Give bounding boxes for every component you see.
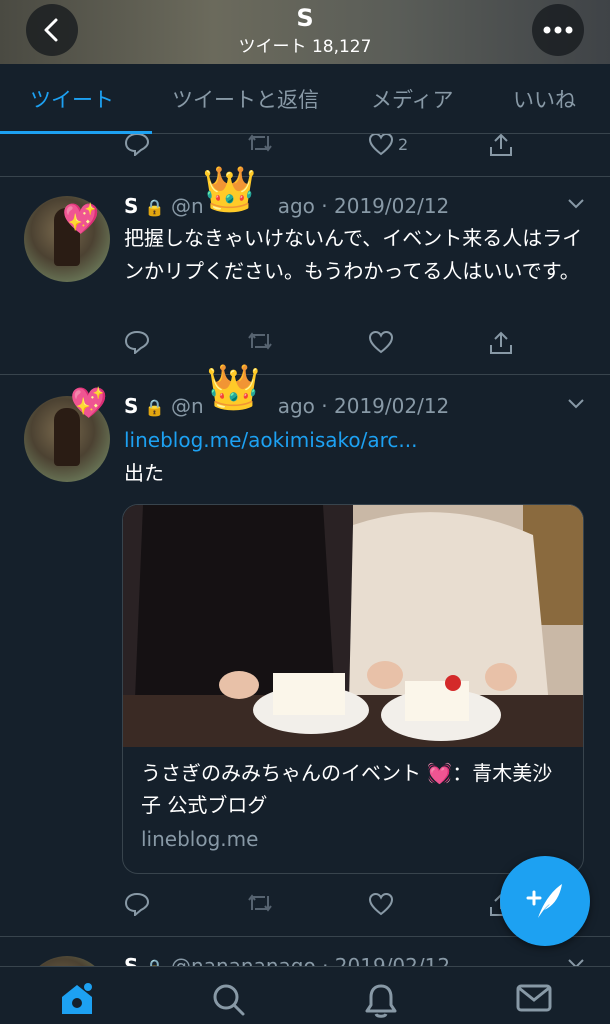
compose-icon xyxy=(526,884,562,918)
card-title: うさぎのみみちゃんのイベント 💓：青木美沙子 公式ブログ xyxy=(141,761,553,817)
nav-messages[interactable] xyxy=(516,983,552,1017)
heart-sticker: 💖 xyxy=(62,202,100,237)
tweet-body: lineblog.me/aokimisako/arc... 出た xyxy=(124,424,594,490)
divider xyxy=(0,374,610,375)
tweet-text: 把握しなきゃいけないんで、イベント来る人はラインかリプください。もうわかってる人… xyxy=(124,226,583,283)
tweet-count: ツイート 18,127 xyxy=(238,37,372,57)
tweet-menu-button[interactable] xyxy=(566,396,586,415)
more-icon xyxy=(543,26,573,34)
handle-prefix: @n xyxy=(171,394,204,418)
card-image xyxy=(123,505,583,747)
reply-button[interactable] xyxy=(124,330,150,354)
tab-tweets[interactable]: ツイート xyxy=(30,84,114,114)
avatar[interactable] xyxy=(24,956,110,966)
heart-icon xyxy=(368,134,394,156)
more-button[interactable] xyxy=(532,4,584,56)
reply-icon xyxy=(124,330,150,354)
lock-icon: 🔒 xyxy=(144,398,165,417)
home-icon xyxy=(62,983,92,1014)
tweet-text: 出た xyxy=(124,461,164,485)
chevron-down-icon xyxy=(568,959,584,966)
profile-tabs: ツイート ツイートと返信 メディア いいね xyxy=(0,64,610,134)
nav-home[interactable] xyxy=(58,981,96,1021)
display-name: S xyxy=(124,194,139,218)
handle-suffix: ago xyxy=(277,394,315,418)
profile-header: S ツイート 18,127 xyxy=(0,0,610,64)
lock-icon: 🔒 xyxy=(144,198,165,217)
like-button[interactable] xyxy=(368,330,394,354)
tweet-menu-button[interactable] xyxy=(566,196,586,215)
handle-suffix: ago xyxy=(277,194,315,218)
share-icon xyxy=(490,134,512,156)
tab-tweets-and-replies[interactable]: ツイートと返信 xyxy=(172,84,319,114)
tweet-date: 2019/02/12 xyxy=(334,954,451,966)
tweet-feed[interactable]: 2 💖 S 🔒 @n ago · 2019/02/12 👑 把握しなきゃいけないん… xyxy=(0,134,610,966)
reply-button[interactable] xyxy=(124,134,150,156)
share-icon xyxy=(490,331,512,354)
lock-icon: 🔒 xyxy=(145,958,165,966)
chevron-down-icon xyxy=(568,199,584,209)
share-button[interactable] xyxy=(488,330,514,356)
like-count: 2 xyxy=(398,134,409,154)
handle: @nanananago xyxy=(171,954,316,966)
chevron-down-icon xyxy=(568,399,584,409)
search-icon xyxy=(213,984,245,1016)
reply-icon xyxy=(124,134,150,156)
heart-sticker: 💖 xyxy=(70,386,108,421)
tweet-date: 2019/02/12 xyxy=(334,194,450,218)
profile-name: S xyxy=(296,4,314,32)
crown-sticker: 👑 xyxy=(206,362,261,413)
heart-icon xyxy=(368,892,394,916)
display-name: S xyxy=(124,394,139,418)
share-button[interactable] xyxy=(488,134,514,158)
like-button[interactable]: 2 xyxy=(368,134,408,156)
like-button[interactable] xyxy=(368,892,394,916)
retweet-button[interactable] xyxy=(246,892,274,914)
tweet-header: S 🔒 @n ago · 2019/02/12 xyxy=(124,394,450,418)
tweet-header: S 🔒 @nanananago · 2019/02/12 xyxy=(124,954,450,966)
tweet-actions xyxy=(124,330,524,362)
tweet-menu-button[interactable] xyxy=(566,956,586,966)
retweet-icon xyxy=(248,134,272,152)
tweet-date: 2019/02/12 xyxy=(334,394,450,418)
heart-icon xyxy=(368,330,394,354)
nav-notifications[interactable] xyxy=(364,983,398,1023)
retweet-icon xyxy=(248,332,272,350)
divider xyxy=(0,176,610,177)
tweet-header: S 🔒 @n ago · 2019/02/12 xyxy=(124,194,450,218)
card-domain: lineblog.me xyxy=(141,827,259,851)
bottom-navigation xyxy=(0,966,610,1024)
retweet-button[interactable] xyxy=(246,330,274,352)
tweet-actions: 2 xyxy=(124,134,524,164)
compose-tweet-button[interactable] xyxy=(500,856,590,946)
reply-icon xyxy=(124,892,150,916)
crown-sticker: 👑 xyxy=(202,164,257,215)
retweet-button[interactable] xyxy=(246,134,274,154)
tab-likes[interactable]: いいね xyxy=(513,84,576,114)
retweet-icon xyxy=(248,894,272,912)
mail-icon xyxy=(516,984,552,1012)
display-name: S xyxy=(124,954,139,966)
bell-icon xyxy=(365,984,397,1018)
card-photo xyxy=(123,505,583,747)
reply-button[interactable] xyxy=(124,892,150,916)
nav-search[interactable] xyxy=(212,983,246,1021)
link-preview-card[interactable]: うさぎのみみちゃんのイベント 💓：青木美沙子 公式ブログ lineblog.me xyxy=(122,504,584,874)
tweet-link[interactable]: lineblog.me/aokimisako/arc... xyxy=(124,424,594,457)
tab-media[interactable]: メディア xyxy=(371,84,454,114)
tweet-actions xyxy=(124,892,524,924)
handle-prefix: @n xyxy=(171,194,204,218)
